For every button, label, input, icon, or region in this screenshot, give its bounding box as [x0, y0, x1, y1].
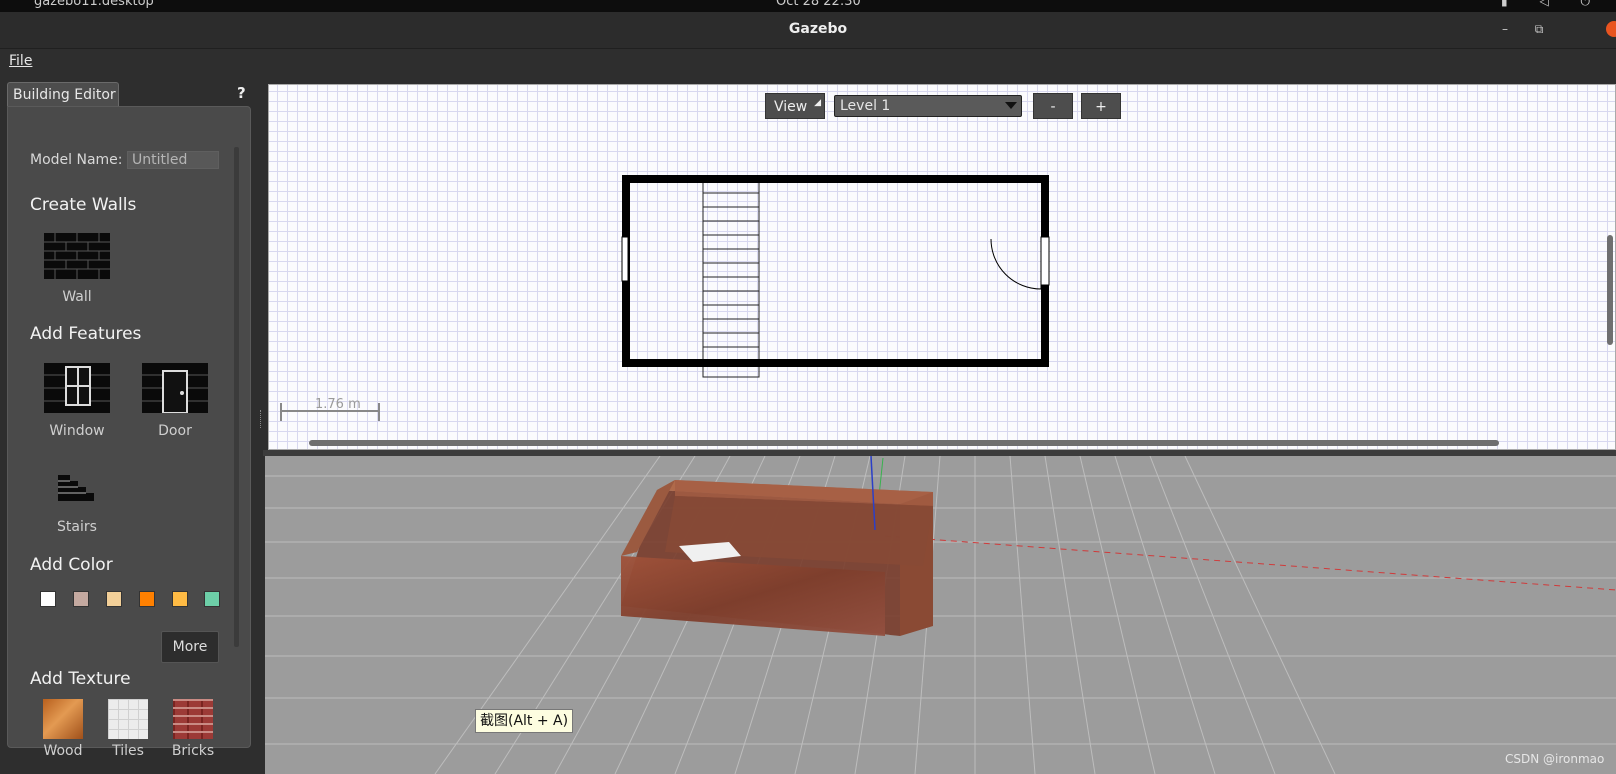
wall-tool[interactable]: Wall — [36, 233, 118, 305]
stairs-label: Stairs — [57, 519, 97, 535]
tiles-label: Tiles — [112, 743, 144, 759]
close-icon[interactable] — [1606, 21, 1616, 37]
minimize-icon[interactable]: – — [1496, 20, 1514, 38]
model-name-label: Model Name: — [30, 152, 123, 168]
screenshot-tooltip: 截图(Alt + A) — [475, 709, 574, 733]
window-label: Window — [49, 423, 105, 439]
wood-texture[interactable] — [43, 699, 83, 739]
scene-3d-view[interactable] — [265, 456, 1616, 774]
maximize-icon[interactable]: ⧉ — [1530, 20, 1548, 38]
stairs-plan[interactable] — [702, 178, 760, 378]
scale-label: 1.76 m — [315, 397, 361, 412]
menu-file[interactable]: File — [9, 53, 32, 69]
bricks-label: Bricks — [171, 743, 215, 759]
wall-outline[interactable] — [622, 175, 1049, 367]
window-icon — [44, 363, 110, 413]
door-label: Door — [158, 423, 192, 439]
wall-label: Wall — [62, 289, 92, 305]
section-add-color: Add Color — [30, 555, 113, 575]
x-axis-line — [884, 535, 1616, 591]
ground-grid — [265, 456, 1616, 774]
window-opening[interactable] — [621, 236, 629, 282]
wood-label: Wood — [43, 743, 83, 759]
section-add-texture: Add Texture — [30, 669, 131, 689]
floorplan-drawing — [280, 175, 1050, 421]
door-icon — [142, 363, 208, 414]
palette-body: Model Name: Create Walls Wall Add Featur… — [7, 106, 251, 759]
watermark: CSDN @ironmao — [1505, 752, 1605, 766]
door-tool[interactable]: Door — [134, 363, 216, 439]
color-swatch-beige[interactable] — [106, 591, 122, 607]
brick-wall-icon — [44, 233, 110, 279]
scene-3d-render — [265, 456, 1616, 774]
color-swatch-orange[interactable] — [139, 591, 155, 607]
tab-building-editor[interactable]: Building Editor — [7, 82, 119, 107]
color-swatch-white[interactable] — [40, 591, 56, 607]
menu-bar: File — [0, 49, 1616, 75]
horizontal-scrollbar[interactable] — [309, 440, 1499, 446]
active-app-name[interactable]: gazebo11.desktop — [34, 0, 154, 9]
stairs-icon — [58, 475, 94, 501]
splitter-grip-icon[interactable] — [260, 410, 263, 428]
help-button[interactable]: ? — [237, 84, 246, 102]
stairs-tool[interactable]: Stairs — [36, 469, 118, 535]
section-create-walls: Create Walls — [30, 195, 137, 215]
window-tool[interactable]: Window — [36, 363, 118, 439]
window-title: Gazebo — [788, 21, 848, 37]
system-top-bar: gazebo11.desktop Oct 28 22:30 ▮ ◁ ⏻ — [0, 0, 1616, 12]
building-model[interactable] — [621, 480, 933, 636]
color-swatch-teal[interactable] — [204, 591, 220, 607]
color-swatch-rose[interactable] — [73, 591, 89, 607]
window-titlebar: Gazebo – ⧉ — [0, 12, 1616, 49]
tiles-texture[interactable] — [108, 699, 148, 739]
tab-label: Building Editor — [13, 87, 116, 103]
model-name-input[interactable] — [127, 151, 219, 169]
more-colors-button[interactable]: More — [161, 631, 219, 663]
system-clock[interactable]: Oct 28 22:30 — [776, 0, 861, 9]
building-editor-panel: Building Editor ? Model Name: Create Wal… — [5, 82, 257, 772]
floorplan-2d-view[interactable]: View ◢ Level 1 - + 1.76 m — [268, 84, 1616, 450]
bricks-texture[interactable] — [173, 699, 213, 739]
color-swatch-yellow[interactable] — [172, 591, 188, 607]
door-opening[interactable] — [990, 236, 1050, 290]
vertical-scrollbar[interactable] — [1607, 235, 1613, 345]
palette-scrollbar[interactable] — [234, 147, 239, 647]
section-add-features: Add Features — [30, 324, 142, 344]
system-tray-icons[interactable]: ▮ ◁ ⏻ — [1501, 0, 1604, 9]
vertical-splitter[interactable] — [257, 82, 263, 774]
